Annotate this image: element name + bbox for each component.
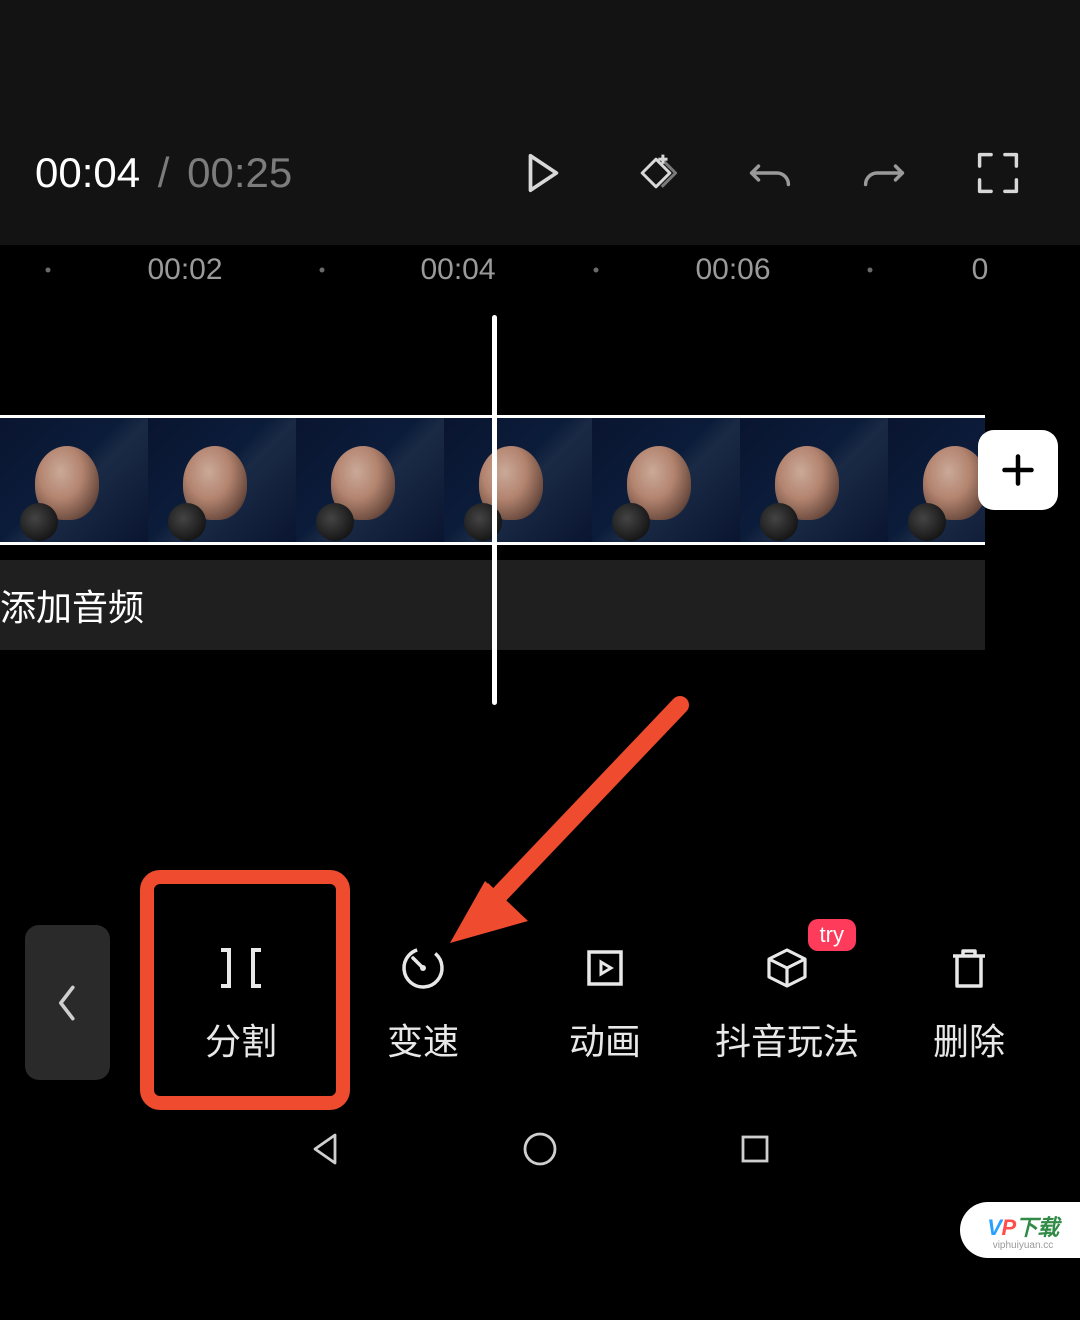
ruler-tick: 0	[972, 253, 989, 287]
time-display: 00:04 / 00:25	[35, 149, 292, 197]
time-separator: /	[158, 149, 170, 196]
tool-label: 抖音玩法	[715, 1013, 859, 1065]
toolbar-back-button[interactable]	[25, 925, 110, 1080]
chevron-left-icon	[54, 985, 82, 1021]
triangle-back-icon	[305, 1129, 345, 1169]
undo-icon	[747, 150, 793, 196]
tool-label: 变速	[387, 1013, 459, 1065]
tool-douyin-effects[interactable]: try 抖音玩法	[712, 941, 862, 1065]
clip-thumbnail	[592, 418, 740, 542]
play-icon	[519, 150, 565, 196]
clip-thumbnail	[740, 418, 888, 542]
tool-label: 删除	[933, 1013, 1005, 1065]
time-current: 00:04	[35, 149, 140, 196]
nav-home[interactable]	[510, 1119, 570, 1179]
ruler-tick: 00:04	[420, 253, 495, 287]
plus-icon	[1000, 452, 1036, 488]
trash-icon	[945, 944, 993, 992]
ruler-tick: 00:06	[695, 253, 770, 287]
tool-speed[interactable]: 变速	[348, 941, 498, 1065]
video-preview-area[interactable]	[0, 0, 1080, 100]
clip-thumbnail	[888, 418, 985, 542]
circle-home-icon	[520, 1129, 560, 1169]
ruler-tick: 00:02	[147, 253, 222, 287]
tool-label: 动画	[569, 1013, 641, 1065]
keyframe-add-icon	[633, 150, 679, 196]
nav-recent[interactable]	[725, 1119, 785, 1179]
tool-split[interactable]: 分割	[166, 941, 316, 1065]
add-clip-button[interactable]	[978, 430, 1058, 510]
clip-thumbnail	[444, 418, 592, 542]
redo-icon	[861, 150, 907, 196]
square-recent-icon	[735, 1129, 775, 1169]
system-nav-bar	[0, 1100, 1080, 1198]
play-button[interactable]	[497, 128, 587, 218]
edit-toolbar: 分割 变速 动画 try	[0, 905, 1080, 1100]
redo-button[interactable]	[839, 128, 929, 218]
speed-icon	[399, 944, 447, 992]
tool-label: 分割	[205, 1013, 277, 1065]
nav-back[interactable]	[295, 1119, 355, 1179]
watermark: VP下载 viphuiyuan.cc	[960, 1202, 1080, 1258]
timeline-ruler[interactable]: 00:02 00:04 00:06 0	[0, 245, 1080, 295]
fullscreen-icon	[975, 150, 1021, 196]
keyframe-button[interactable]	[611, 128, 701, 218]
try-badge: try	[808, 919, 856, 951]
add-audio-label: 添加音频	[0, 579, 144, 631]
clip-thumbnail	[296, 418, 444, 542]
animation-icon	[581, 944, 629, 992]
clip-thumbnail	[0, 418, 148, 542]
tool-delete[interactable]: 删除	[894, 941, 1044, 1065]
undo-button[interactable]	[725, 128, 815, 218]
cube-icon	[763, 944, 811, 992]
timeline-area[interactable]: 添加音频	[0, 295, 1080, 760]
playback-controls: 00:04 / 00:25	[0, 100, 1080, 245]
fullscreen-button[interactable]	[953, 128, 1043, 218]
tool-animation[interactable]: 动画	[530, 941, 680, 1065]
split-icon	[217, 944, 265, 992]
time-total: 00:25	[187, 149, 292, 196]
clip-thumbnail	[148, 418, 296, 542]
playhead[interactable]	[492, 315, 497, 705]
